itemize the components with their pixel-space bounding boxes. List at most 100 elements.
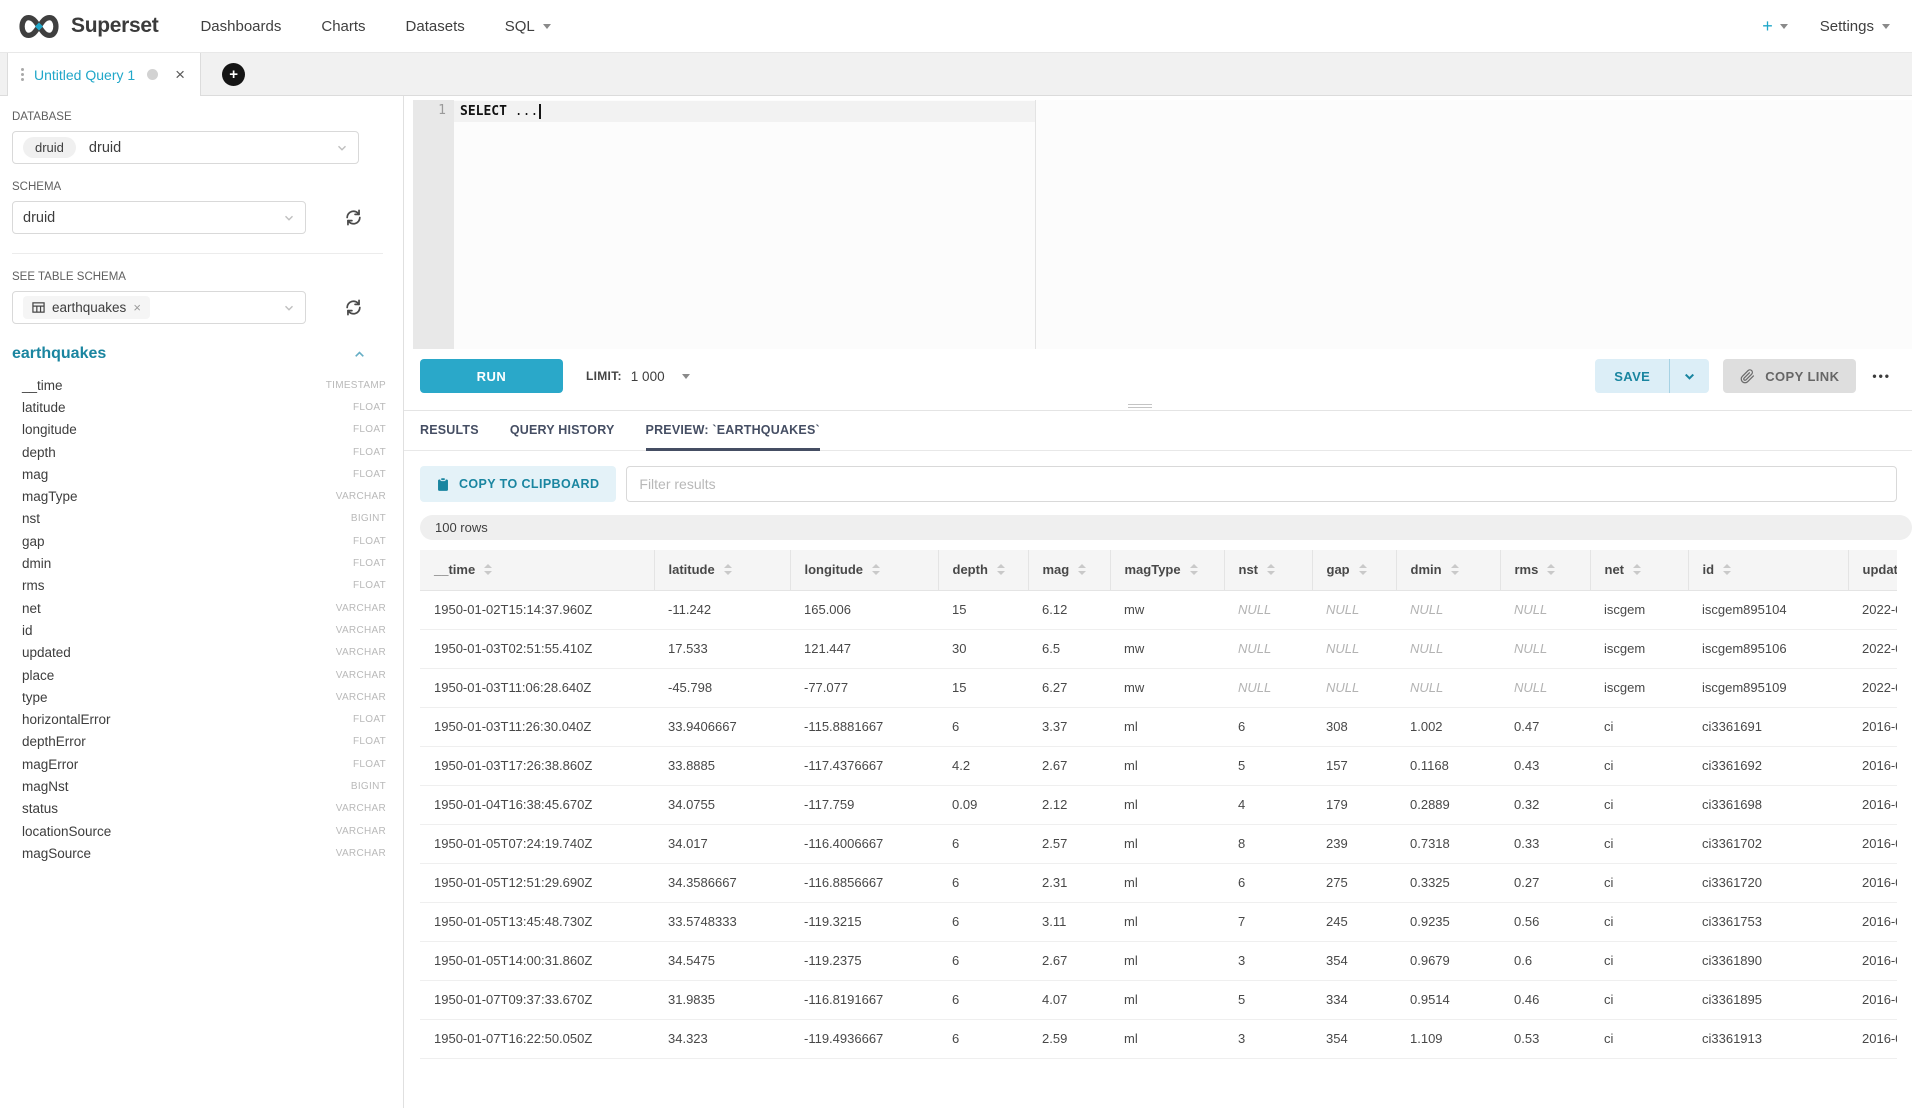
cell-rms: NULL <box>1500 590 1590 629</box>
column-header-dmin[interactable]: dmin <box>1396 550 1500 590</box>
column-header-label: __time <box>434 562 475 577</box>
cell-mag: 2.67 <box>1028 941 1110 980</box>
cell-id: ci3361890 <box>1688 941 1848 980</box>
cell-latitude: 33.8885 <box>654 746 790 785</box>
schema-column-type: FLOAT <box>353 469 386 480</box>
cell-gap: 354 <box>1312 941 1396 980</box>
nav-item-label: Datasets <box>406 18 465 35</box>
sort-icon[interactable] <box>1723 564 1731 575</box>
settings-dropdown[interactable]: Settings <box>1820 18 1890 35</box>
cell-id: ci3361702 <box>1688 824 1848 863</box>
results-tab-query-history[interactable]: QUERY HISTORY <box>510 423 615 451</box>
filter-results-input[interactable] <box>626 466 1897 502</box>
column-header-mag[interactable]: mag <box>1028 550 1110 590</box>
refresh-icon[interactable] <box>344 208 363 227</box>
nav-item-dashboards[interactable]: Dashboards <box>200 18 281 35</box>
schema-column-name: depthError <box>22 734 86 749</box>
editor-pane-splitter[interactable] <box>1035 100 1912 349</box>
new-query-tab-button[interactable]: + <box>222 63 245 86</box>
sort-icon[interactable] <box>484 564 492 575</box>
editor-code-area[interactable]: SELECT ... <box>454 100 1035 349</box>
schema-column-row: statusVARCHAR <box>22 798 386 820</box>
schema-select[interactable]: druid <box>12 201 306 234</box>
table-row: 1950-01-03T11:26:30.040Z33.9406667-115.8… <box>420 707 1897 746</box>
clipboard-icon <box>437 477 449 492</box>
cell-dmin: 0.9514 <box>1396 980 1500 1019</box>
superset-logo[interactable]: Superset <box>16 11 158 42</box>
more-actions-button[interactable]: ••• <box>1872 369 1891 383</box>
column-header-gap[interactable]: gap <box>1312 550 1396 590</box>
remove-value-icon[interactable]: × <box>133 301 141 314</box>
sort-icon[interactable] <box>724 564 732 575</box>
new-item-dropdown[interactable]: + <box>1762 16 1788 37</box>
pane-splitter[interactable] <box>404 403 1912 411</box>
sort-icon[interactable] <box>1267 564 1275 575</box>
superset-logo-icon <box>16 11 62 42</box>
column-header-label: net <box>1605 562 1625 577</box>
nav-item-sql[interactable]: SQL <box>505 18 551 35</box>
limit-dropdown[interactable]: LIMIT: 1 000 <box>586 369 690 384</box>
schema-column-type: VARCHAR <box>336 826 386 837</box>
drag-handle-icon[interactable] <box>21 67 24 82</box>
save-options-button[interactable] <box>1670 359 1709 393</box>
copy-to-clipboard-button[interactable]: COPY TO CLIPBOARD <box>420 466 616 502</box>
query-tab[interactable]: Untitled Query 1 × <box>7 53 201 96</box>
schema-column-type: VARCHAR <box>336 603 386 614</box>
schema-column-name: status <box>22 801 58 816</box>
column-header-updated[interactable]: updated <box>1848 550 1897 590</box>
refresh-icon[interactable] <box>344 298 363 317</box>
sort-icon[interactable] <box>997 564 1005 575</box>
schema-column-name: updated <box>22 645 71 660</box>
copy-to-clipboard-label: COPY TO CLIPBOARD <box>459 477 599 491</box>
sort-icon[interactable] <box>1190 564 1198 575</box>
cell-dmin: 0.3325 <box>1396 863 1500 902</box>
schema-label: SCHEMA <box>12 181 403 193</box>
sort-icon[interactable] <box>1633 564 1641 575</box>
column-header-depth[interactable]: depth <box>938 550 1028 590</box>
column-header-magType[interactable]: magType <box>1110 550 1224 590</box>
collapse-chevron-up-icon[interactable] <box>353 348 366 361</box>
sort-icon[interactable] <box>872 564 880 575</box>
column-header-rms[interactable]: rms <box>1500 550 1590 590</box>
cell-id: ci3361913 <box>1688 1019 1848 1058</box>
nav-item-charts[interactable]: Charts <box>321 18 365 35</box>
column-header-nst[interactable]: nst <box>1224 550 1312 590</box>
table-row: 1950-01-05T14:00:31.860Z34.5475-119.2375… <box>420 941 1897 980</box>
cell-depth: 6 <box>938 980 1028 1019</box>
cell-updated: 2016-0 <box>1848 863 1897 902</box>
cell-nst: NULL <box>1224 590 1312 629</box>
cell-updated: 2022-0 <box>1848 629 1897 668</box>
schema-column-row: longitudeFLOAT <box>22 419 386 441</box>
table-select[interactable]: earthquakes × <box>12 291 306 324</box>
cell-net: ci <box>1590 902 1688 941</box>
schema-column-type: FLOAT <box>353 714 386 725</box>
sort-icon[interactable] <box>1547 564 1555 575</box>
cell-latitude: 17.533 <box>654 629 790 668</box>
cell-rms: 0.47 <box>1500 707 1590 746</box>
save-split-button: SAVE <box>1595 359 1709 393</box>
sort-icon[interactable] <box>1451 564 1459 575</box>
sort-icon[interactable] <box>1359 564 1367 575</box>
results-tab-results[interactable]: RESULTS <box>420 423 479 451</box>
sort-icon[interactable] <box>1078 564 1086 575</box>
save-button[interactable]: SAVE <box>1595 359 1669 393</box>
cell-__time: 1950-01-05T14:00:31.860Z <box>420 941 654 980</box>
column-header-label: nst <box>1239 562 1259 577</box>
database-select[interactable]: druid druid <box>12 131 359 164</box>
schema-column-name: depth <box>22 445 56 460</box>
column-header-__time[interactable]: __time <box>420 550 654 590</box>
results-tab-preview-earthquakes[interactable]: PREVIEW: `EARTHQUAKES` <box>646 423 820 451</box>
cell-updated: 2016-0 <box>1848 1019 1897 1058</box>
limit-label: LIMIT: <box>586 369 622 383</box>
cell-mag: 6.12 <box>1028 590 1110 629</box>
nav-item-datasets[interactable]: Datasets <box>406 18 465 35</box>
close-icon[interactable]: × <box>175 66 185 83</box>
column-header-net[interactable]: net <box>1590 550 1688 590</box>
column-header-latitude[interactable]: latitude <box>654 550 790 590</box>
column-header-id[interactable]: id <box>1688 550 1848 590</box>
cell-net: ci <box>1590 863 1688 902</box>
chevron-down-icon <box>543 24 551 29</box>
copy-link-button[interactable]: COPY LINK <box>1723 359 1856 393</box>
column-header-longitude[interactable]: longitude <box>790 550 938 590</box>
run-button[interactable]: RUN <box>420 359 563 393</box>
